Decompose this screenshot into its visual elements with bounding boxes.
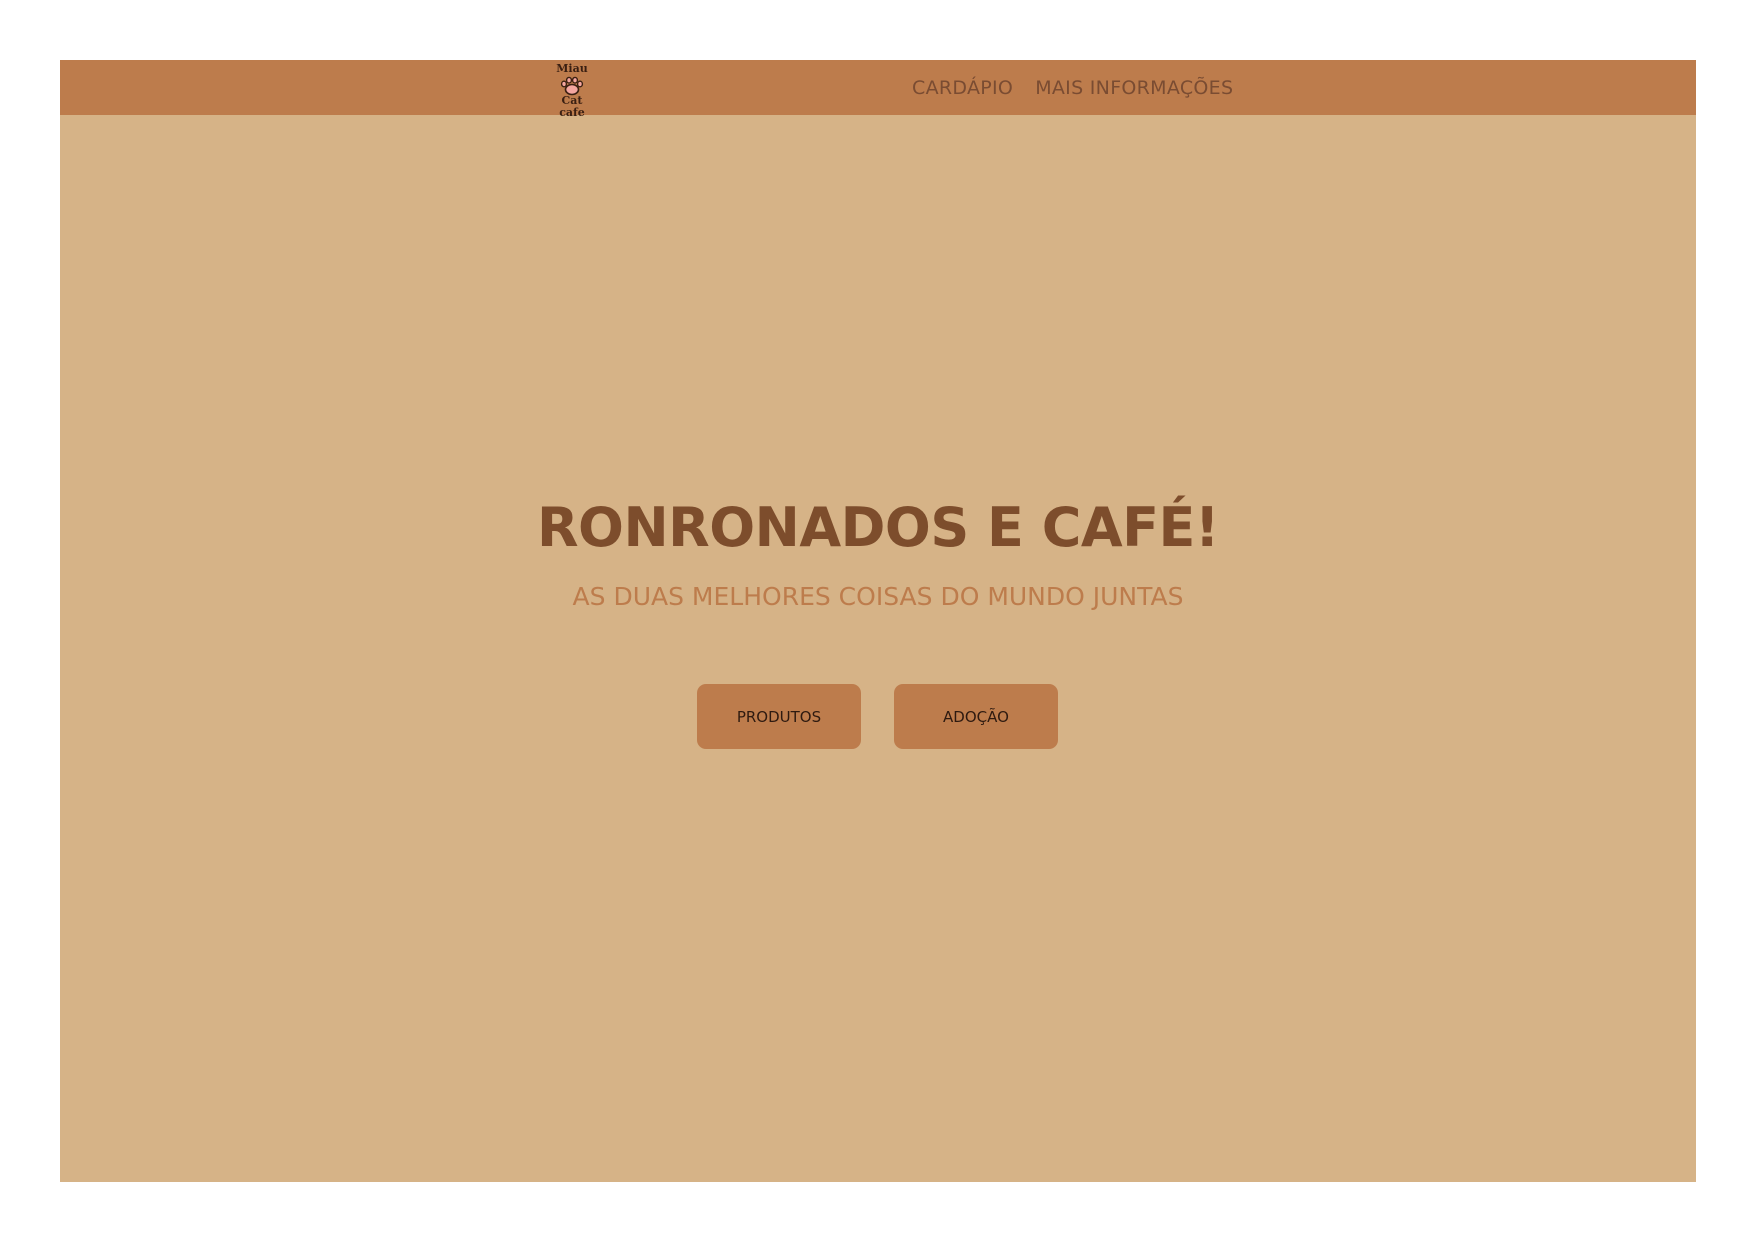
brand-logo[interactable]: Miau Cat cafe	[547, 62, 597, 119]
adocao-button[interactable]: ADOÇÃO	[894, 684, 1058, 749]
produtos-button[interactable]: PRODUTOS	[697, 684, 861, 749]
logo-text-top: Miau	[556, 62, 588, 75]
paw-icon	[560, 76, 584, 96]
page-frame: Miau Cat cafe CARDÁPIO MAIS INFORMAÇÕES …	[60, 60, 1696, 1182]
nav-link-cardapio[interactable]: CARDÁPIO	[912, 77, 1013, 99]
logo-text-bottom: Cat cafe	[559, 94, 585, 119]
navbar: Miau Cat cafe CARDÁPIO MAIS INFORMAÇÕES	[60, 60, 1696, 119]
nav-links: CARDÁPIO MAIS INFORMAÇÕES	[912, 60, 1255, 115]
hero-title: RONRONADOS E CAFÉ!	[536, 496, 1220, 559]
hero-subtitle: AS DUAS MELHORES COISAS DO MUNDO JUNTAS	[572, 582, 1184, 611]
nav-link-mais-informacoes[interactable]: MAIS INFORMAÇÕES	[1035, 77, 1233, 99]
